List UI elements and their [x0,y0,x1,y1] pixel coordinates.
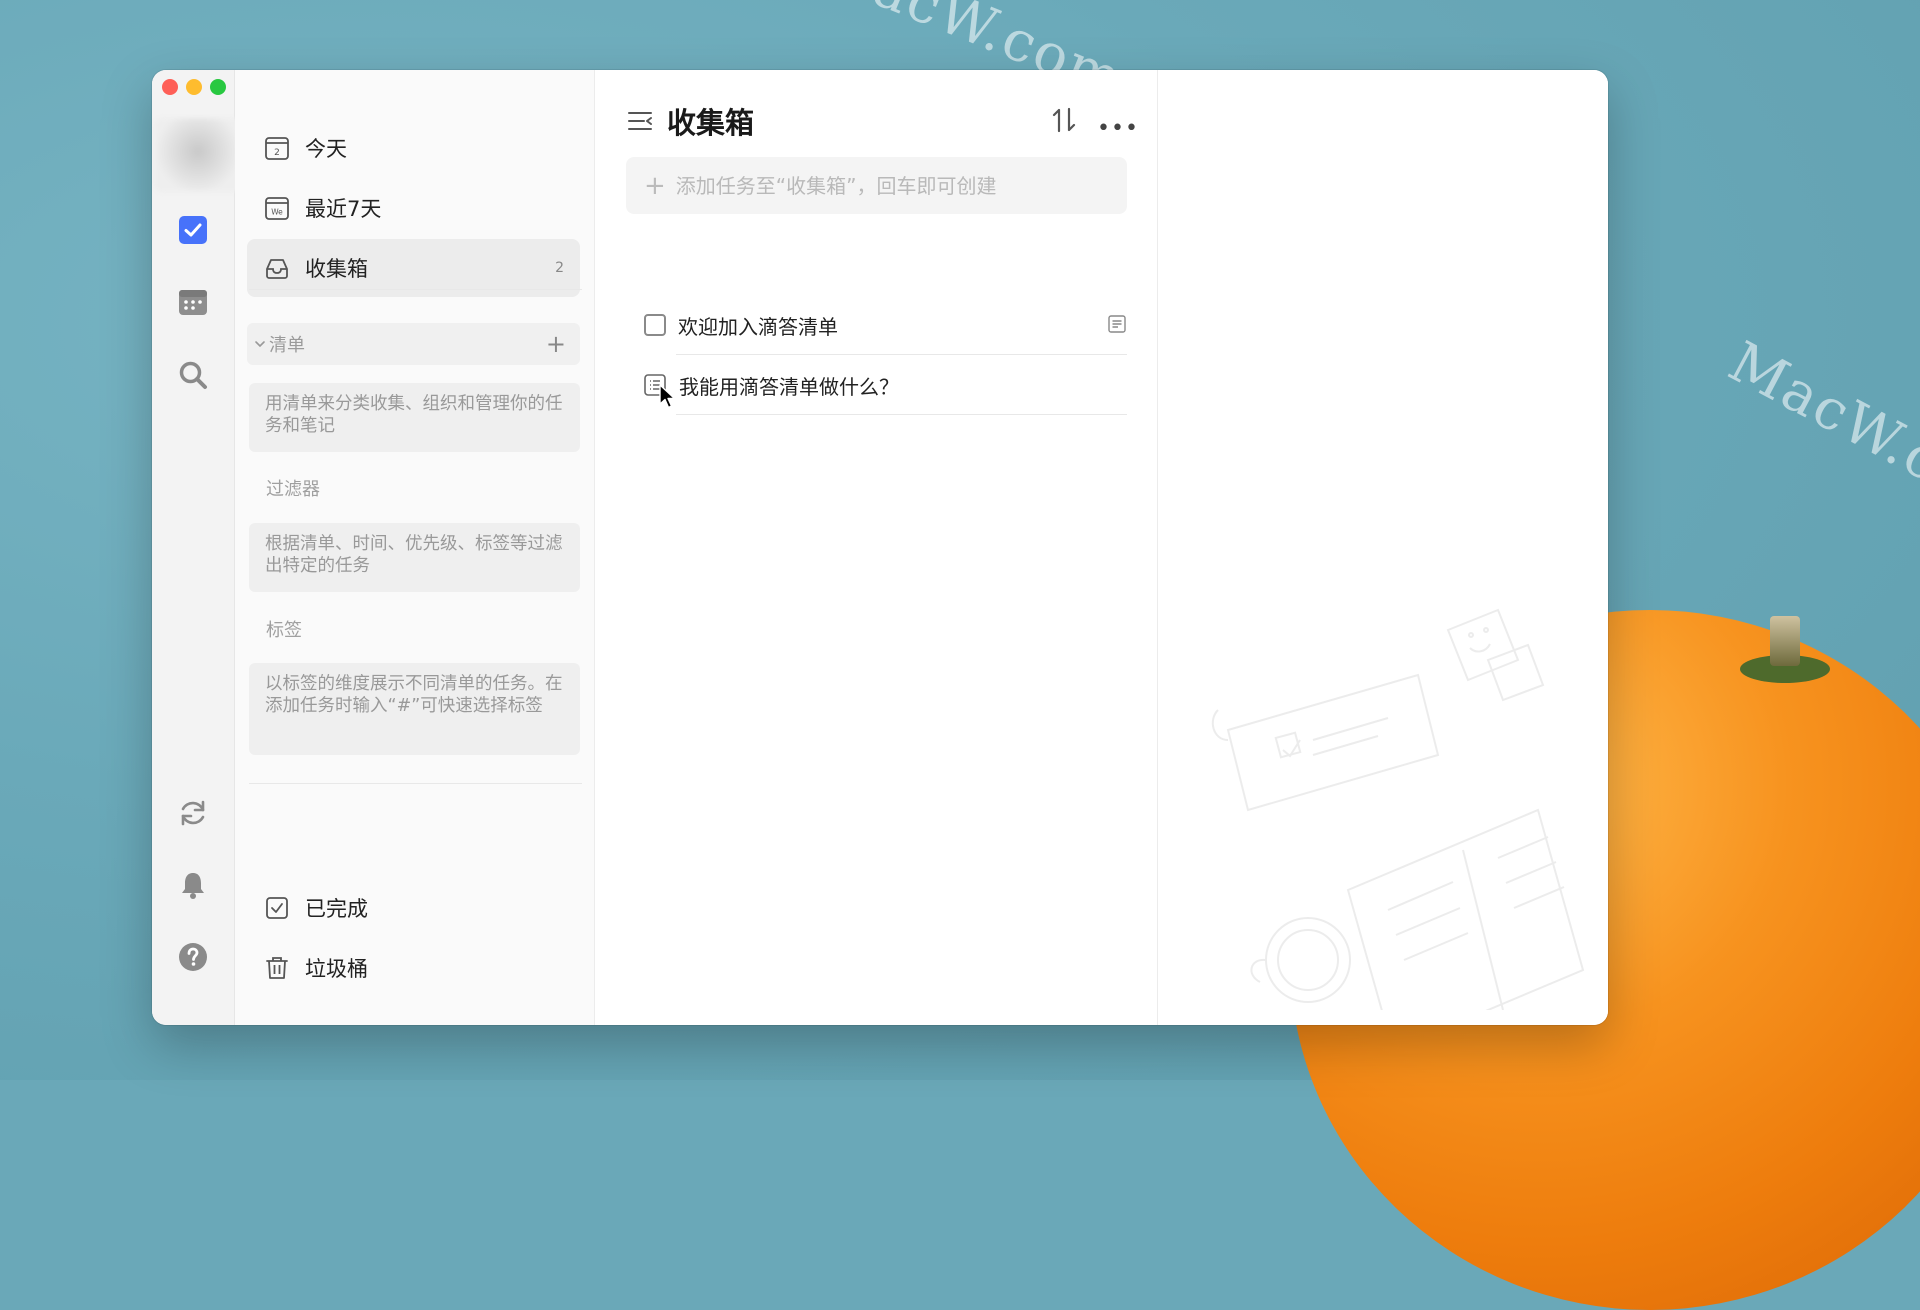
lists-hint: 用清单来分类收集、组织和管理你的任务和笔记 [249,383,580,452]
inbox-icon [266,259,288,279]
calendar-week-icon: We [265,197,289,220]
sync-icon[interactable] [178,798,208,828]
add-task-field[interactable]: + [626,157,1127,214]
filters-hint: 根据清单、时间、优先级、标签等过滤出特定的任务 [249,523,580,592]
sidebar-item-label: 垃圾桶 [305,957,368,981]
svg-text:We: We [271,208,283,217]
sidebar-item-label: 最近7天 [305,197,382,221]
search-icon[interactable] [178,360,208,390]
filters-section-label[interactable]: 过滤器 [266,475,320,501]
divider [249,289,582,290]
sidebar-item-completed[interactable]: 已完成 [247,879,580,937]
minimize-button[interactable] [186,79,202,95]
inbox-count-badge: 2 [555,260,564,276]
mouse-cursor [659,384,676,409]
task-icon[interactable] [178,215,208,245]
task-title[interactable]: 我能用滴答清单做什么？ [679,371,899,400]
sidebar-item-today[interactable]: 2 今天 [247,119,580,177]
tags-section-label[interactable]: 标签 [266,616,302,642]
empty-state-illustration [1211,608,1585,1010]
icon-rail [152,70,242,1025]
sidebar-item-next7days[interactable]: We 最近7天 [247,179,580,237]
task-title[interactable]: 欢迎加入滴答清单 [678,311,838,340]
add-list-button[interactable]: + [546,332,566,356]
sidebar-item-label: 今天 [305,137,347,161]
svg-text:2: 2 [274,148,280,158]
calendar-icon[interactable] [178,287,208,317]
divider [249,783,582,784]
calendar-day-icon: 2 [265,137,289,160]
note-indicator-icon [1108,315,1126,333]
task-row[interactable]: 欢迎加入滴答清单 [626,295,1127,355]
help-icon[interactable] [178,942,208,972]
sidebar: 2 今天 We 最近7天 收集箱 2 清单 + 用清单来分类收集、组织和管理你的… [235,70,595,1025]
task-checkbox[interactable] [644,314,666,336]
completed-icon [266,897,288,919]
avatar[interactable] [154,118,242,192]
sidebar-item-label: 已完成 [305,897,368,921]
chevron-down-icon [255,341,265,348]
tags-hint: 以标签的维度展示不同清单的任务。在添加任务时输入“#”可快速选择标签 [249,663,580,755]
more-options-icon[interactable]: ••• [1097,118,1139,140]
lists-section-header[interactable]: 清单 + [247,323,580,365]
detail-pane [1158,70,1608,1025]
sort-icon[interactable] [1050,105,1078,135]
zoom-button[interactable] [210,79,226,95]
orange-stem [1770,616,1800,666]
traffic-lights [162,79,226,95]
add-task-input[interactable] [673,172,1118,199]
lists-section-label: 清单 [269,335,305,356]
app-window: 2 今天 We 最近7天 收集箱 2 清单 + 用清单来分类收集、组织和管理你的… [152,70,1608,1025]
bell-icon[interactable] [178,870,208,900]
plus-icon: + [644,170,666,201]
task-row[interactable]: 我能用滴答清单做什么？ [626,355,1127,415]
trash-icon [266,957,288,979]
menu-toggle-icon[interactable] [626,107,654,135]
row-divider [676,414,1127,415]
sidebar-item-trash[interactable]: 垃圾桶 [247,939,580,997]
page-title: 收集箱 [667,106,755,140]
sidebar-item-label: 收集箱 [305,257,368,281]
task-list-pane: 收集箱 ••• + 欢迎加入滴答清单 我能用滴答清单做什么？ [595,70,1158,1025]
close-button[interactable] [162,79,178,95]
